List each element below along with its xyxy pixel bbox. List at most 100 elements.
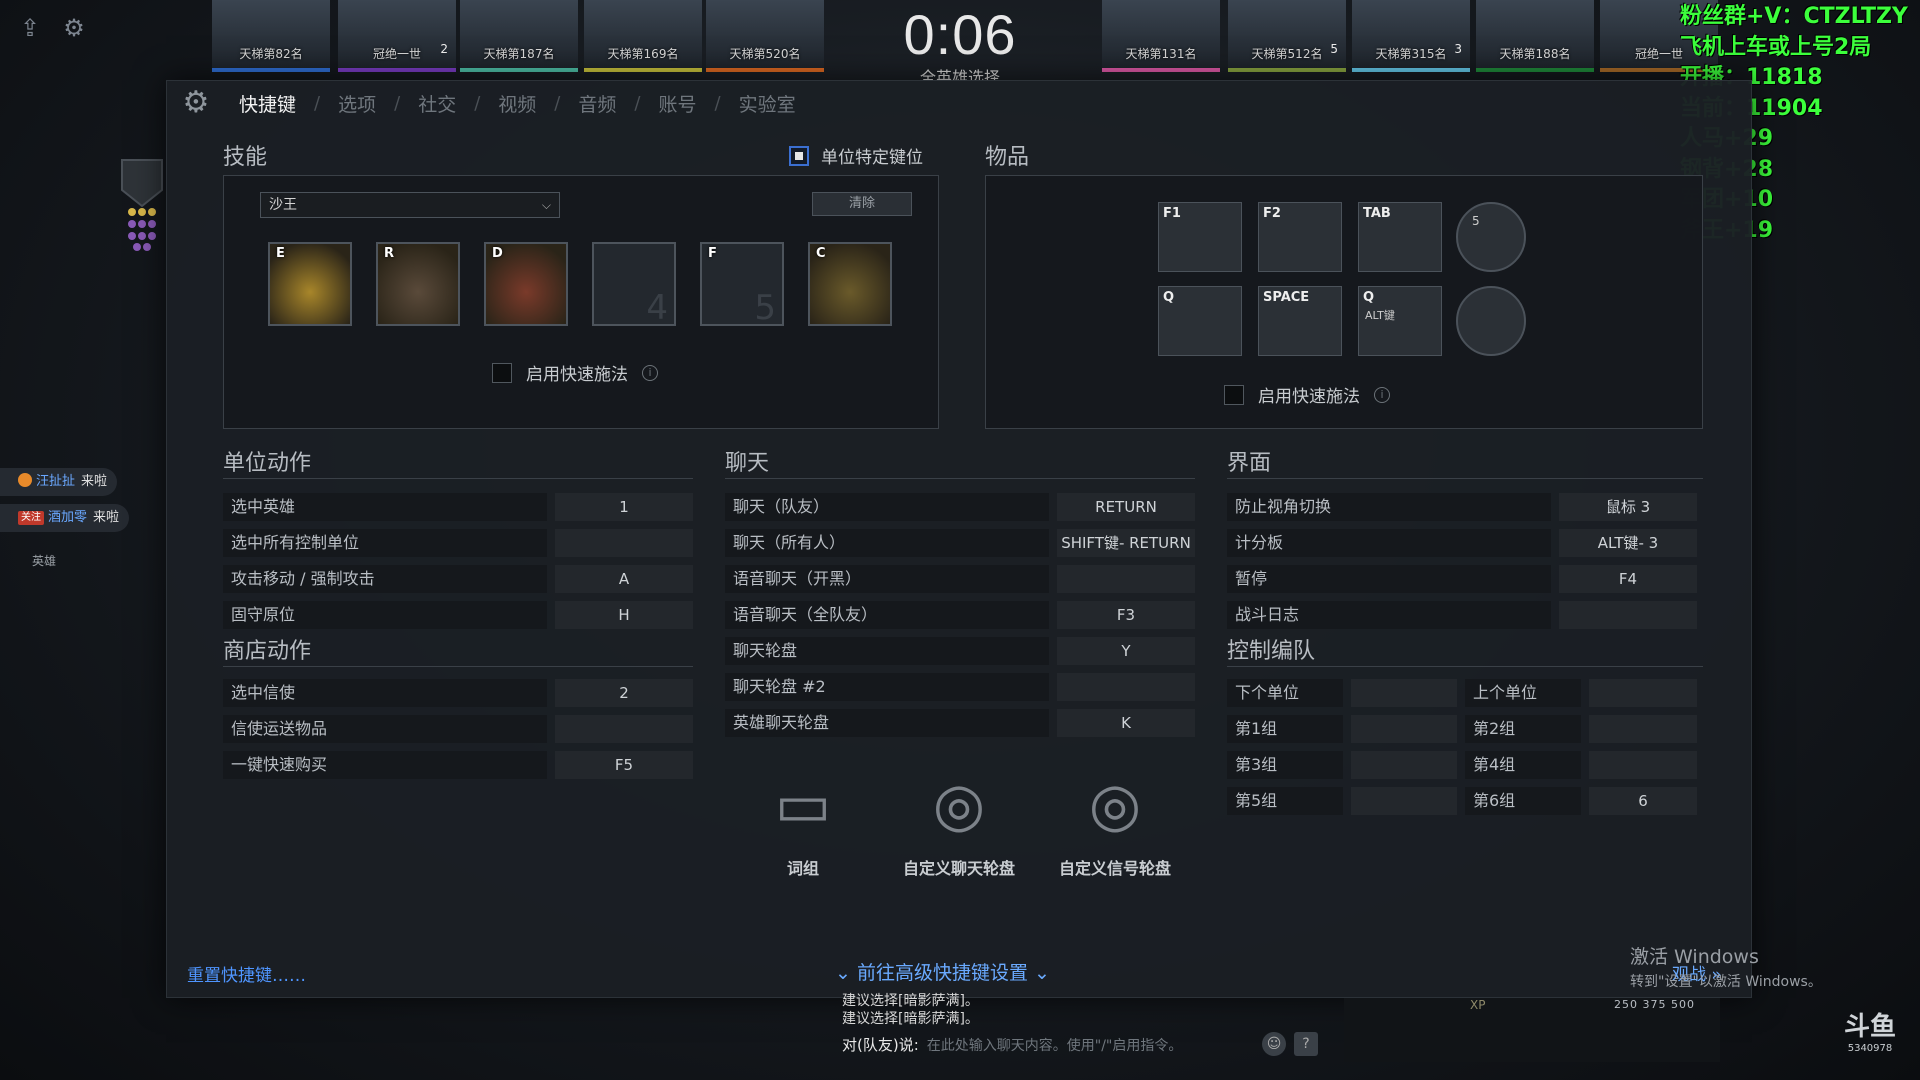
clear-button[interactable]: 清除 <box>812 192 912 216</box>
item-hotkey: F1 <box>1163 206 1181 221</box>
ability-slot[interactable]: E <box>268 242 352 326</box>
hero-portrait[interactable]: 冠绝一世 2 <box>338 0 456 72</box>
ability-slot[interactable]: 4 <box>592 242 676 328</box>
ability-slot[interactable]: C <box>808 242 892 326</box>
keybind-button[interactable] <box>1057 565 1195 593</box>
item-quickcast-label: 启用快速施法 <box>1258 387 1360 407</box>
keybind-button[interactable]: 鼠标 3 <box>1559 493 1697 521</box>
custom-chat-wheel[interactable]: ◎ 自定义聊天轮盘 <box>889 765 1029 879</box>
keybind-label: 选中英雄 <box>223 493 547 521</box>
control-group-keybind[interactable]: 6 <box>1589 787 1697 815</box>
chevron-down-icon: ⌵ <box>541 198 551 212</box>
douyu-logo: 斗鱼 <box>1843 1012 1896 1042</box>
chat-input-field[interactable]: 对(队友)说: 在此处输入聊天内容。使用"/"启用指令。 <box>842 1030 1302 1060</box>
item-quickcast-toggle[interactable]: 启用快速施法 i <box>1224 382 1390 407</box>
hero-rank-label: 天梯第315名 <box>1375 47 1447 61</box>
keybind-button[interactable] <box>555 529 693 557</box>
keybind-button[interactable] <box>1057 673 1195 701</box>
item-slot[interactable]: SPACE <box>1258 286 1342 356</box>
hero-portrait[interactable]: 天梯第169名 <box>584 0 702 72</box>
phrases-wheel[interactable]: ▭ 词组 <box>733 765 873 879</box>
keybind-button[interactable]: RETURN <box>1057 493 1195 521</box>
control-group-keybind[interactable] <box>1589 715 1697 743</box>
control-group-keybind[interactable] <box>1589 751 1697 779</box>
tab-options[interactable]: 选项 <box>320 90 394 117</box>
custom-ping-wheel[interactable]: ◎ 自定义信号轮盘 <box>1045 765 1185 879</box>
ability-quickcast-toggle[interactable]: 启用快速施法 i <box>492 360 658 385</box>
tab-account[interactable]: 账号 <box>640 90 714 117</box>
item-slot[interactable]: TAB <box>1358 202 1442 272</box>
keybind-button[interactable]: F3 <box>1057 601 1195 629</box>
control-group-keybind[interactable] <box>1351 787 1457 815</box>
custom-ping-wheel-label: 自定义信号轮盘 <box>1058 859 1171 878</box>
item-quickcast-checkbox[interactable] <box>1224 384 1244 405</box>
keybind-button[interactable] <box>1559 601 1697 629</box>
hero-portrait[interactable]: 天梯第512名 5 <box>1228 0 1346 72</box>
keybind-label: 暂停 <box>1227 565 1551 593</box>
unit-specific-toggle[interactable]: 单位特定键位 <box>789 143 923 168</box>
items-box: F1 F2 TAB Q SPACE Q ALT键 5 启用快速施法 i <box>985 175 1703 429</box>
tab-hotkeys[interactable]: 快捷键 <box>221 90 314 117</box>
keybind-label: 语音聊天（全队友） <box>725 601 1049 629</box>
control-group-label: 上个单位 <box>1465 679 1581 707</box>
settings-gear-icon[interactable]: ⚙ <box>171 81 221 125</box>
control-group-keybind[interactable] <box>1351 715 1457 743</box>
item-slot[interactable]: Q <box>1158 286 1242 356</box>
keybind-button[interactable] <box>555 715 693 743</box>
control-group-keybind[interactable] <box>1589 679 1697 707</box>
keybind-button[interactable]: 1 <box>555 493 693 521</box>
chat-title: 聊天 <box>725 445 1195 479</box>
keybind-button[interactable]: K <box>1057 709 1195 737</box>
viewer-name: 酒加零 <box>48 510 88 525</box>
help-icon[interactable]: ? <box>1294 1032 1318 1056</box>
tp-scroll-slot[interactable] <box>1456 286 1526 356</box>
hero-portrait[interactable]: 天梯第520名 <box>706 0 824 72</box>
ability-quickcast-checkbox[interactable] <box>492 362 512 383</box>
emoji-icon[interactable]: ☺ <box>1262 1032 1286 1056</box>
backpack-slot[interactable]: 5 <box>1456 202 1526 272</box>
hero-select-dropdown[interactable]: 沙王 ⌵ <box>260 192 560 218</box>
hero-portrait[interactable]: 天梯第315名 3 <box>1352 0 1470 72</box>
control-group-keybind[interactable] <box>1351 751 1457 779</box>
info-icon[interactable]: i <box>642 364 658 381</box>
ability-slot[interactable]: R <box>376 242 460 326</box>
stream-overlay-line: 飞机上车或上号2局 <box>1680 34 1872 60</box>
keybind-button[interactable]: ALT键- 3 <box>1559 529 1697 557</box>
keybind-button[interactable]: SHIFT键- RETURN <box>1057 529 1195 557</box>
tab-audio[interactable]: 音频 <box>560 90 634 117</box>
item-slot[interactable]: Q ALT键 <box>1358 286 1442 356</box>
wheel-icon: ◎ <box>932 770 986 840</box>
info-icon[interactable]: i <box>1374 386 1390 403</box>
gear-icon[interactable]: ⚙ <box>60 14 88 42</box>
tab-video[interactable]: 视频 <box>480 90 554 117</box>
keybind-button[interactable]: F4 <box>1559 565 1697 593</box>
control-group-label: 第5组 <box>1227 787 1343 815</box>
hero-portrait[interactable]: 天梯第187名 <box>460 0 578 72</box>
keybind-button[interactable]: F5 <box>555 751 693 779</box>
hero-portrait[interactable]: 天梯第131名 <box>1102 0 1220 72</box>
hero-portrait[interactable]: 天梯第188名 <box>1476 0 1594 72</box>
item-slot[interactable]: F2 <box>1258 202 1342 272</box>
unit-specific-checkbox[interactable] <box>789 145 809 166</box>
keybind-button[interactable]: 2 <box>555 679 693 707</box>
keybind-button[interactable]: Y <box>1057 637 1195 665</box>
items-title: 物品 <box>985 145 1030 170</box>
item-slot[interactable]: F1 <box>1158 202 1242 272</box>
keybind-button[interactable]: A <box>555 565 693 593</box>
ability-slot[interactable]: F5 <box>700 242 784 328</box>
control-group-keybind[interactable] <box>1351 679 1457 707</box>
ability-slot-number: 5 <box>754 288 776 328</box>
hero-rank-label: 天梯第512名 <box>1251 47 1323 61</box>
upload-icon[interactable]: ⇪ <box>16 14 44 42</box>
ability-slot[interactable]: D <box>484 242 568 326</box>
control-group-label: 下个单位 <box>1227 679 1343 707</box>
reset-hotkeys-link[interactable]: 重置快捷键…… <box>187 961 306 986</box>
hero-rank-label: 天梯第131名 <box>1125 47 1197 61</box>
viewer-join-notice: 关注 酒加零 来啦 <box>0 504 130 532</box>
tab-lab[interactable]: 实验室 <box>721 90 814 117</box>
tab-social[interactable]: 社交 <box>400 90 474 117</box>
advanced-hotkeys-link[interactable]: ⌄ 前往高级快捷键设置 ⌄ <box>835 958 1050 985</box>
keybind-label: 计分板 <box>1227 529 1551 557</box>
keybind-button[interactable]: H <box>555 601 693 629</box>
hero-portrait[interactable]: 天梯第82名 <box>212 0 330 72</box>
